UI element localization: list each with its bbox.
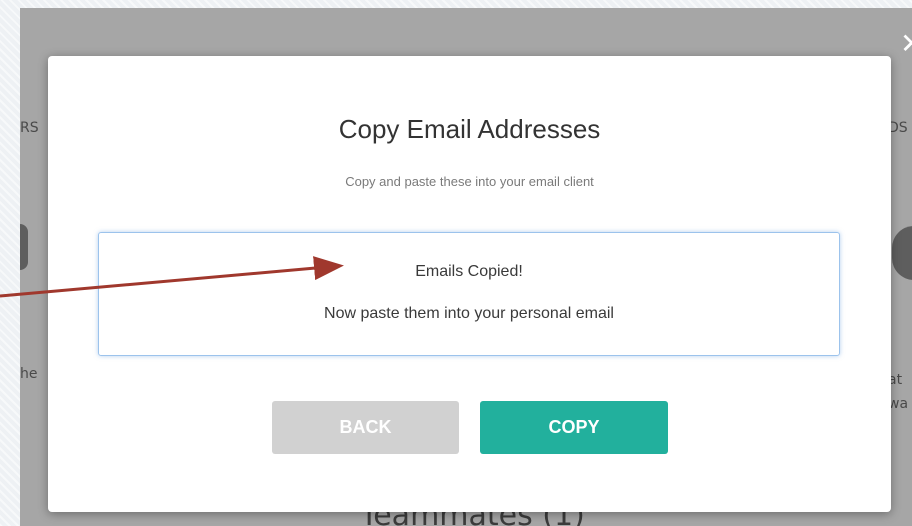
modal-title: Copy Email Addresses: [338, 114, 601, 144]
background-right-text-2: wa: [888, 396, 909, 412]
background-left-chat-icon: [20, 224, 28, 270]
copy-email-modal: Copy Email Addresses Copy and paste thes…: [48, 56, 891, 512]
background-right-chat-icon: [892, 226, 912, 280]
emails-copied-box[interactable]: Emails Copied! Now paste them into your …: [98, 232, 840, 356]
paste-instructions: Now paste them into your personal email: [324, 305, 614, 322]
screenshot-stage: RS he DS at wa Teammates (1) ✕ Copy Emai…: [0, 0, 912, 526]
copy-button[interactable]: COPY: [480, 401, 668, 454]
background-left-text: he: [20, 366, 38, 382]
close-icon[interactable]: ✕: [900, 30, 912, 58]
modal-subtitle: Copy and paste these into your email cli…: [345, 174, 594, 189]
emails-copied-message: Emails Copied!: [415, 263, 523, 280]
background-left-heading: RS: [20, 120, 39, 136]
back-button[interactable]: BACK: [272, 401, 459, 454]
